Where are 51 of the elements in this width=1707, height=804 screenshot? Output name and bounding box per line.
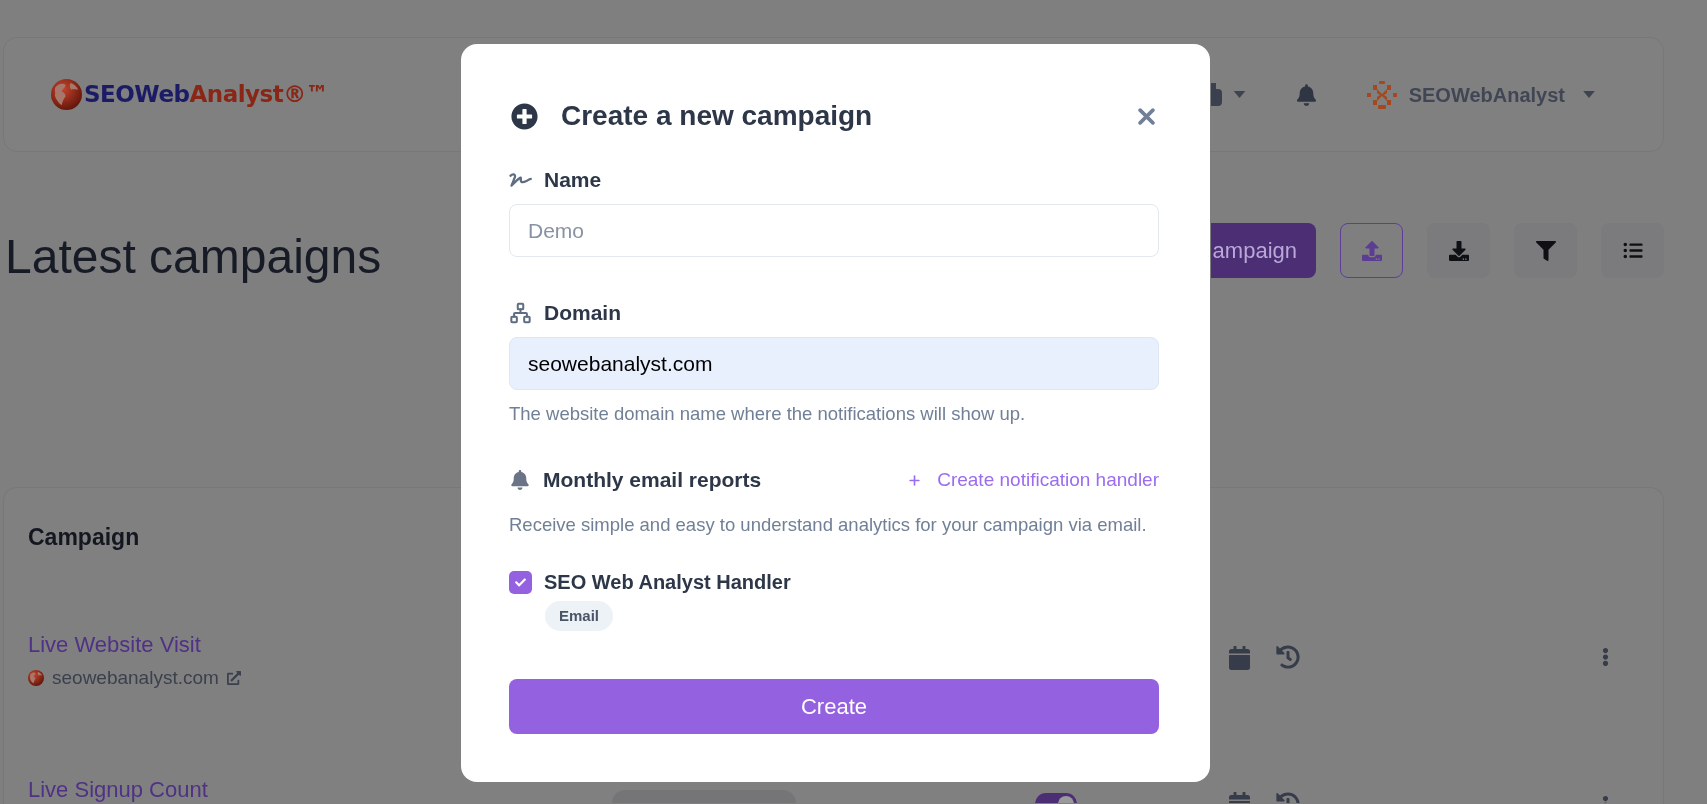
check-icon: [515, 576, 526, 588]
column-header: Campaign: [28, 523, 140, 551]
domain-text: seowebanalyst.com: [52, 666, 219, 690]
globe-icon: [28, 670, 44, 686]
more-icon[interactable]: [1602, 647, 1609, 667]
upload-button[interactable]: [1340, 223, 1403, 278]
caret-icon: [1583, 91, 1595, 98]
dropdown-button[interactable]: [1210, 83, 1246, 106]
history-icon[interactable]: [1276, 645, 1300, 669]
text-input[interactable]: Demo: [509, 204, 1159, 257]
create-handler-link[interactable]: Create notification handler: [907, 465, 1159, 495]
toggle-switch[interactable]: [1035, 793, 1077, 803]
list-icon: [1622, 241, 1643, 260]
external-link-icon[interactable]: [226, 671, 241, 685]
handler-label: SEO Web Analyst Handler: [544, 570, 791, 595]
bell-icon[interactable]: [1296, 83, 1316, 106]
field-label: Domain: [544, 300, 621, 327]
bell-icon: [511, 470, 529, 490]
user-menu-button[interactable]: SEOWebAnalyst: [1366, 79, 1595, 110]
description-text: Receive simple and easy to understand analytics for your campaign via email.: [509, 513, 1148, 537]
help-text: The website domain name where the notifications will show up.: [509, 402, 1027, 426]
calendar-icon[interactable]: [1229, 792, 1250, 803]
close-button[interactable]: [1138, 107, 1155, 125]
history-icon[interactable]: [1276, 792, 1300, 803]
filter-icon: [1535, 240, 1556, 261]
globe-icon: [51, 79, 82, 110]
close-icon: [1138, 107, 1155, 125]
checkbox[interactable]: [509, 570, 532, 594]
page-title: Latest campaigns: [5, 233, 382, 281]
tag: Email: [545, 601, 614, 631]
network-icon: [509, 302, 532, 324]
list-button[interactable]: [1601, 223, 1664, 278]
logo-text: SEOWebAnalyst®™: [84, 83, 329, 106]
upload-icon: [1361, 240, 1382, 261]
plus-icon: [907, 472, 923, 488]
field-label: Name: [544, 167, 602, 194]
primary-button[interactable]: ampaign: [1211, 223, 1316, 278]
avatar-icon: [1366, 80, 1397, 109]
create-button[interactable]: Create: [509, 679, 1159, 734]
filter-button[interactable]: [1514, 223, 1577, 278]
caret-icon: [1232, 91, 1246, 98]
campaign-link[interactable]: Live Website Visit: [28, 631, 201, 659]
section-title: Monthly email reports: [543, 467, 762, 494]
calendar-icon[interactable]: [1229, 646, 1250, 670]
download-icon: [1448, 240, 1469, 261]
briefcase-icon: [1210, 83, 1222, 106]
dialog-title: Create a new campaign: [561, 99, 873, 133]
text-input[interactable]: seowebanalyst.com: [509, 337, 1159, 390]
signature-icon: [509, 171, 532, 189]
download-button[interactable]: [1427, 223, 1490, 278]
more-icon[interactable]: [1602, 795, 1609, 803]
